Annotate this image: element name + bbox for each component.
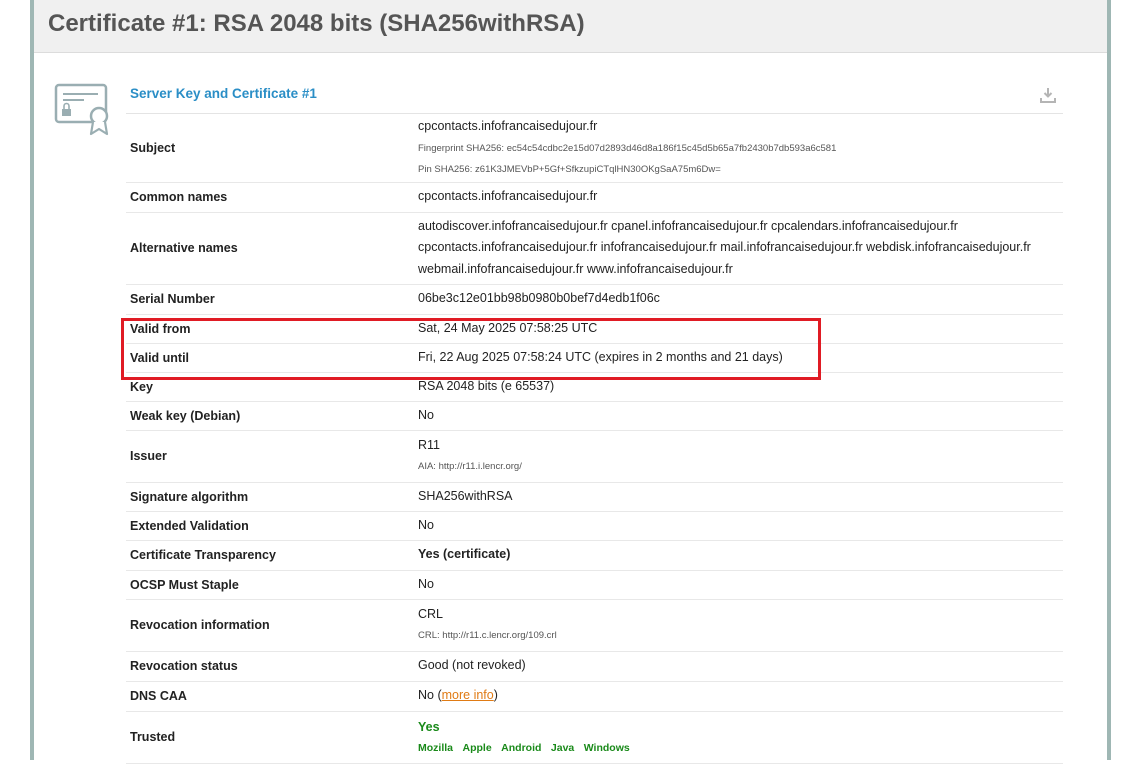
revocation-status-value: Good (not revoked)	[414, 651, 1063, 682]
row-issuer: Issuer R11 AIA: http://r11.i.lencr.org/	[126, 430, 1063, 483]
row-dns-caa: DNS CAA No (more info)	[126, 681, 1063, 712]
valid-from-value: Sat, 24 May 2025 07:58:25 UTC	[414, 314, 1063, 344]
row-certificate-transparency: Certificate Transparency Yes (certificat…	[126, 540, 1063, 571]
trust-store-list: Mozilla Apple Android Java Windows	[418, 738, 1063, 757]
valid-until-value: Fri, 22 Aug 2025 07:58:24 UTC (expires i…	[414, 343, 1063, 373]
alt-names-line-3: webmail.infofrancaisedujour.fr www.infof…	[418, 261, 733, 276]
title-bar: Certificate #1: RSA 2048 bits (SHA256wit…	[34, 0, 1107, 53]
issuer-aia: AIA: http://r11.i.lencr.org/	[418, 461, 522, 473]
extended-validation-value: No	[414, 511, 1063, 541]
issuer-value: R11	[418, 437, 441, 452]
alt-names-line-1: autodiscover.infofrancaisedujour.fr cpan…	[418, 218, 958, 233]
trusted-label: Trusted	[126, 711, 414, 764]
row-subject: Subject cpcontacts.infofrancaisedujour.f…	[126, 114, 1063, 183]
row-revocation-information: Revocation information CRL CRL: http://r…	[126, 599, 1063, 652]
key-value: RSA 2048 bits (e 65537)	[414, 372, 1063, 402]
ocsp-must-staple-value: No	[414, 570, 1063, 600]
certificate-icon	[54, 83, 109, 136]
signature-algorithm-label: Signature algorithm	[126, 482, 414, 512]
alt-names-line-2: cpcontacts.infofrancaisedujour.fr infofr…	[418, 240, 1031, 255]
row-extended-validation: Extended Validation No	[126, 511, 1063, 541]
row-ocsp-must-staple: OCSP Must Staple No	[126, 570, 1063, 600]
serial-number-label: Serial Number	[126, 284, 414, 315]
row-signature-algorithm: Signature algorithm SHA256withRSA	[126, 482, 1063, 512]
revocation-information-label: Revocation information	[126, 599, 414, 652]
subject-fingerprint: Fingerprint SHA256: ec54c54cdbc2e15d07d2…	[418, 142, 837, 154]
subject-value: cpcontacts.infofrancaisedujour.fr	[418, 119, 598, 133]
ocsp-must-staple-label: OCSP Must Staple	[126, 570, 414, 600]
trust-store-android: Android	[501, 742, 542, 755]
row-common-names: Common names cpcontacts.infofrancaiseduj…	[126, 182, 1063, 213]
valid-until-label: Valid until	[126, 343, 414, 373]
alternative-names-label: Alternative names	[126, 212, 414, 285]
trust-store-java: Java	[550, 742, 575, 755]
download-icon[interactable]	[1039, 86, 1057, 104]
common-names-label: Common names	[126, 182, 414, 213]
weak-key-label: Weak key (Debian)	[126, 401, 414, 431]
dns-caa-label: DNS CAA	[126, 681, 414, 712]
page-title: Certificate #1: RSA 2048 bits (SHA256wit…	[48, 10, 585, 37]
row-valid-from: Valid from Sat, 24 May 2025 07:58:25 UTC	[126, 314, 1063, 344]
subject-pin: Pin SHA256: z61K3JMEVbP+5Gf+SfkzupiCTqlH…	[418, 163, 721, 175]
row-weak-key: Weak key (Debian) No	[126, 401, 1063, 431]
certificate-transparency-label: Certificate Transparency	[126, 540, 414, 571]
certificate-details-table: Subject cpcontacts.infofrancaisedujour.f…	[126, 114, 1063, 764]
certificate-transparency-value: Yes (certificate)	[414, 540, 1063, 571]
row-revocation-status: Revocation status Good (not revoked)	[126, 651, 1063, 682]
section-title: Server Key and Certificate #1	[130, 86, 317, 101]
serial-number-value: 06be3c12e01bb98b0980b0bef7d4edb1f06c	[414, 284, 1063, 315]
key-label: Key	[126, 372, 414, 402]
certificate-panel: Certificate #1: RSA 2048 bits (SHA256wit…	[30, 0, 1111, 764]
issuer-label: Issuer	[126, 430, 414, 483]
valid-from-label: Valid from	[126, 314, 414, 344]
trusted-value: Yes	[418, 719, 440, 734]
weak-key-value: No	[414, 401, 1063, 431]
signature-algorithm-value: SHA256withRSA	[414, 482, 1063, 512]
dns-caa-value: No	[418, 688, 434, 703]
revocation-crl-url: CRL: http://r11.c.lencr.org/109.crl	[418, 630, 557, 642]
common-names-value: cpcontacts.infofrancaisedujour.fr	[414, 182, 1063, 213]
trust-store-windows: Windows	[583, 742, 630, 755]
extended-validation-label: Extended Validation	[126, 511, 414, 541]
trust-store-mozilla: Mozilla	[418, 742, 454, 755]
row-trusted: Trusted Yes Mozilla Apple Android Java W…	[126, 711, 1063, 764]
row-key: Key RSA 2048 bits (e 65537)	[126, 372, 1063, 402]
row-valid-until: Valid until Fri, 22 Aug 2025 07:58:24 UT…	[126, 343, 1063, 373]
row-alternative-names: Alternative names autodiscover.infofranc…	[126, 212, 1063, 285]
subject-label: Subject	[126, 114, 414, 183]
revocation-information-value: CRL	[418, 606, 444, 621]
trust-store-apple: Apple	[462, 742, 492, 755]
revocation-status-label: Revocation status	[126, 651, 414, 682]
more-info-link[interactable]: more info	[442, 688, 494, 702]
row-serial-number: Serial Number 06be3c12e01bb98b0980b0bef7…	[126, 284, 1063, 315]
